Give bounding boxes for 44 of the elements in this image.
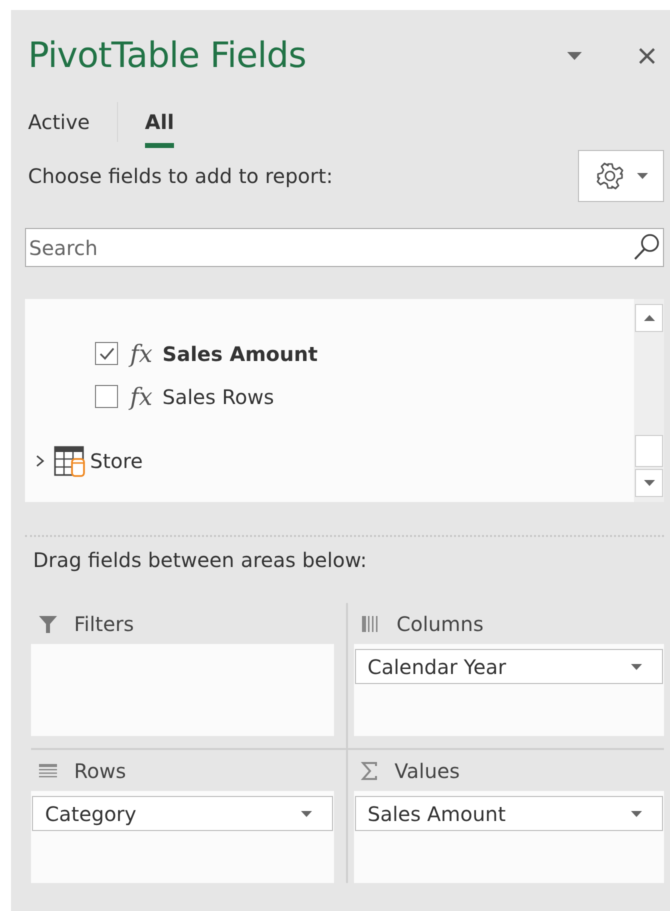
dropdown-caret-icon [631, 664, 642, 670]
dropdown-caret-icon [300, 810, 312, 816]
dropdown-caret-icon [631, 810, 642, 816]
area-field-button[interactable]: Category [32, 796, 332, 831]
settings-button[interactable] [578, 150, 664, 202]
area-label: Values [394, 758, 460, 782]
field-label[interactable]: Sales Rows [162, 384, 274, 408]
rows-icon [38, 762, 58, 778]
filter-icon [38, 614, 58, 634]
checkbox[interactable] [95, 342, 118, 365]
instruction-text: Choose fields to add to report: [28, 164, 333, 188]
area-field-button[interactable]: Sales Amount [354, 796, 663, 831]
sum-icon [360, 762, 378, 780]
columns-icon [360, 614, 380, 632]
table-icon [53, 444, 87, 478]
pane-options-caret-icon [567, 52, 582, 60]
scroll-thumb[interactable] [635, 435, 663, 467]
field-label[interactable]: Sales Amount [162, 342, 318, 366]
tab[interactable]: All [144, 102, 174, 148]
tab[interactable]: Active [28, 102, 90, 148]
scrollbar[interactable] [634, 299, 664, 502]
settings-icon [594, 161, 624, 191]
search-icon [632, 232, 662, 262]
drop-area[interactable]: Sales Amount [354, 791, 664, 883]
table-label[interactable]: Store [90, 449, 143, 473]
formula-symbol: fx [130, 340, 152, 368]
pane-title: PivotTable Fields [28, 36, 306, 76]
up-arrow-icon [644, 315, 654, 321]
drop-area[interactable]: Calendar Year [354, 644, 664, 736]
down-arrow-icon [644, 480, 654, 486]
check-icon [98, 346, 114, 360]
scroll-up-button[interactable] [635, 304, 663, 332]
dropdown-caret-icon [636, 173, 648, 179]
area-label: Filters [74, 612, 134, 636]
area-label: Rows [74, 758, 126, 782]
close-icon[interactable] [638, 47, 656, 65]
scroll-down-button[interactable] [635, 469, 663, 497]
area-field-button[interactable]: Calendar Year [354, 649, 663, 684]
drop-area[interactable]: Category [31, 791, 334, 883]
checkbox[interactable] [95, 385, 118, 408]
formula-symbol: fx [130, 382, 152, 410]
area-label: Columns [396, 612, 484, 636]
instruction-text: Drag fields between areas below: [32, 547, 368, 574]
search-field[interactable]: Search [25, 228, 664, 267]
